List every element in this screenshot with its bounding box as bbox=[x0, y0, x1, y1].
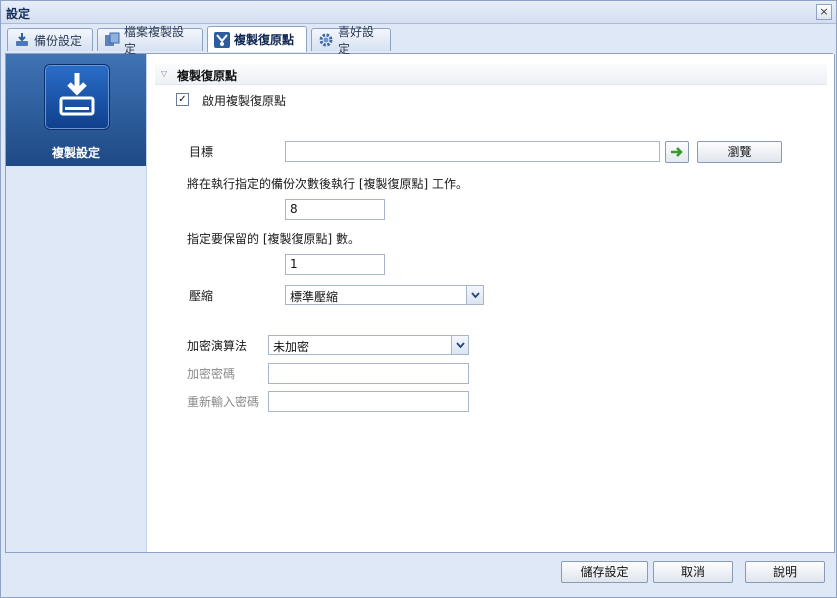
settings-window: 設定 × 備份設定 檔案複製設定 複製復原點 喜好設定 複製設定 ▽ 複製復原點… bbox=[0, 0, 837, 598]
reenter-password-label: 重新輸入密碼 bbox=[187, 395, 260, 409]
tab-label: 喜好設定 bbox=[338, 25, 375, 56]
tab-label: 複製復原點 bbox=[234, 33, 295, 47]
preferences-gear-icon bbox=[318, 32, 334, 48]
tab-backup-settings[interactable]: 備份設定 bbox=[7, 28, 93, 51]
section-header[interactable]: ▽ 複製復原點 bbox=[155, 64, 827, 85]
main-pane: ▽ 複製復原點 ✓ 啟用複製復原點 目標 瀏覽 將在執行指定的備份次數後執行 [… bbox=[147, 54, 834, 552]
tab-preferences[interactable]: 喜好設定 bbox=[311, 25, 391, 56]
backup-count-description: 將在執行指定的備份次數後執行 [複製復原點] 工作。 bbox=[187, 177, 468, 191]
content-panel: 複製設定 ▽ 複製復原點 ✓ 啟用複製復原點 目標 瀏覽 將在執行指定的備份次數… bbox=[5, 54, 835, 553]
compression-select[interactable]: 標準壓縮 bbox=[285, 285, 484, 305]
title-bar: 設定 × bbox=[1, 1, 836, 24]
compression-label: 壓縮 bbox=[189, 289, 214, 303]
arrow-right-icon bbox=[671, 147, 683, 157]
go-button[interactable] bbox=[665, 141, 689, 163]
collapse-arrow-icon: ▽ bbox=[161, 69, 168, 78]
encryption-algorithm-value: 未加密 bbox=[273, 340, 310, 354]
footer-bar: 儲存設定 取消 說明 bbox=[5, 553, 833, 595]
tab-strip: 備份設定 檔案複製設定 複製復原點 喜好設定 bbox=[5, 25, 833, 56]
chevron-down-icon[interactable] bbox=[451, 336, 468, 354]
sidebar: 複製設定 bbox=[6, 54, 147, 552]
reenter-password-input[interactable] bbox=[268, 391, 469, 412]
browse-button[interactable]: 瀏覽 bbox=[697, 141, 782, 163]
drive-download-icon bbox=[44, 64, 110, 130]
help-button[interactable]: 說明 bbox=[745, 561, 825, 583]
backup-icon bbox=[14, 32, 30, 48]
encryption-algorithm-select[interactable]: 未加密 bbox=[268, 335, 469, 355]
destination-input[interactable] bbox=[285, 141, 660, 162]
window-title: 設定 bbox=[6, 7, 31, 21]
compression-value: 標準壓縮 bbox=[290, 290, 339, 304]
retain-count-description: 指定要保留的 [複製復原點] 數。 bbox=[187, 232, 360, 246]
tab-label: 檔案複製設定 bbox=[124, 25, 185, 56]
tab-file-copy-settings[interactable]: 檔案複製設定 bbox=[97, 25, 203, 56]
enable-checkbox-label: 啟用複製復原點 bbox=[202, 94, 287, 108]
file-copy-icon bbox=[104, 32, 120, 48]
close-button[interactable]: × bbox=[816, 4, 832, 20]
sidebar-item-label: 複製設定 bbox=[51, 146, 100, 160]
tab-copy-recovery-point[interactable]: 複製復原點 bbox=[207, 26, 307, 52]
destination-label: 目標 bbox=[189, 145, 214, 159]
encryption-password-input[interactable] bbox=[268, 363, 469, 384]
enable-copy-recovery-point-checkbox[interactable]: ✓ bbox=[176, 93, 189, 106]
backup-count-input[interactable]: 8 bbox=[285, 199, 385, 220]
chevron-down-icon[interactable] bbox=[466, 286, 483, 304]
encryption-algorithm-label: 加密演算法 bbox=[187, 339, 248, 353]
retain-count-input[interactable]: 1 bbox=[285, 254, 385, 275]
save-settings-button[interactable]: 儲存設定 bbox=[561, 561, 648, 583]
cancel-button[interactable]: 取消 bbox=[653, 561, 733, 583]
section-title: 複製復原點 bbox=[177, 69, 238, 83]
tab-label: 備份設定 bbox=[34, 33, 83, 48]
encryption-password-label: 加密密碼 bbox=[187, 367, 236, 381]
sidebar-item-copy-settings[interactable]: 複製設定 bbox=[6, 54, 146, 166]
copy-recovery-point-icon bbox=[214, 31, 230, 48]
